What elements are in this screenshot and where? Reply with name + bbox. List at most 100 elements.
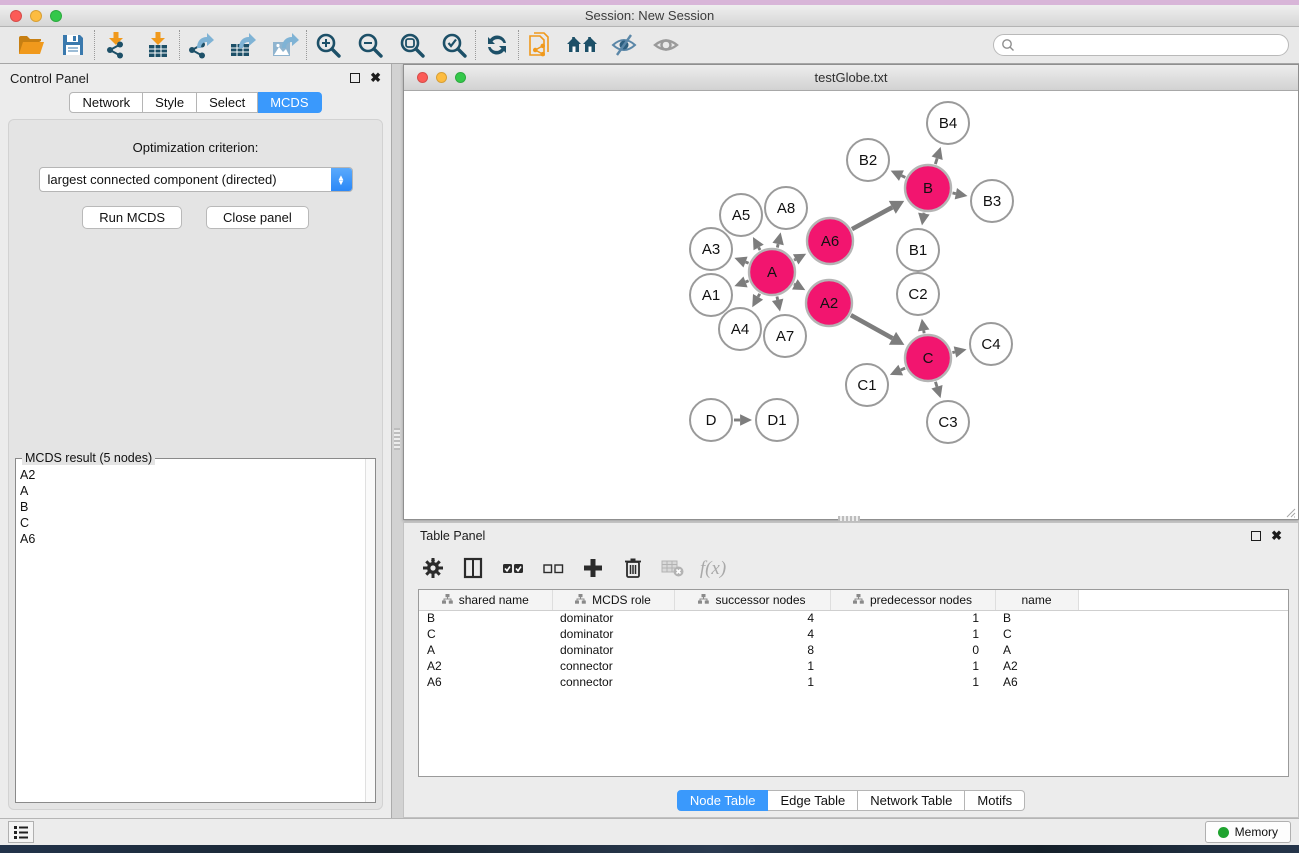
refresh-layout-button[interactable]: [476, 29, 518, 61]
tab-mcds[interactable]: MCDS: [258, 92, 321, 113]
table-cell[interactable]: 1: [830, 674, 995, 690]
tab-network[interactable]: Network: [69, 92, 143, 113]
network-minimize-icon[interactable]: [436, 72, 447, 83]
create-column-button[interactable]: [576, 554, 610, 584]
edge-A-A6[interactable]: [794, 259, 796, 260]
table-cell[interactable]: dominator: [552, 642, 674, 658]
minimize-window-icon[interactable]: [30, 10, 42, 22]
resize-grip-icon[interactable]: [1284, 505, 1296, 517]
graph-node-B4[interactable]: B4: [927, 102, 969, 144]
table-cell[interactable]: B: [419, 610, 552, 626]
table-cell[interactable]: 4: [674, 610, 830, 626]
graph-node-D[interactable]: D: [690, 399, 732, 441]
zoom-in-button[interactable]: [307, 29, 349, 61]
result-item[interactable]: A6: [20, 531, 365, 547]
table-cell[interactable]: 1: [830, 626, 995, 642]
edge-A6-B[interactable]: [852, 207, 892, 229]
table-cell[interactable]: A: [419, 642, 552, 658]
table-cell[interactable]: 1: [674, 658, 830, 674]
edge-A-A5[interactable]: [759, 247, 760, 250]
network-zoom-icon[interactable]: [455, 72, 466, 83]
table-tab-network-table[interactable]: Network Table: [858, 790, 965, 811]
zoom-window-icon[interactable]: [50, 10, 62, 22]
table-cell[interactable]: B: [995, 610, 1078, 626]
graph-node-A1[interactable]: A1: [690, 274, 732, 316]
graph-node-A3[interactable]: A3: [690, 228, 732, 270]
export-image-button[interactable]: [264, 29, 306, 61]
table-cell[interactable]: dominator: [552, 610, 674, 626]
vertical-splitter-grip[interactable]: [394, 428, 400, 450]
table-float-icon[interactable]: [1251, 531, 1261, 541]
table-cell[interactable]: A2: [995, 658, 1078, 674]
table-cell[interactable]: A6: [995, 674, 1078, 690]
result-item[interactable]: A2: [20, 467, 365, 483]
table-row[interactable]: Bdominator41B: [419, 610, 1289, 626]
graph-node-B[interactable]: B: [905, 165, 951, 211]
graph-node-B2[interactable]: B2: [847, 139, 889, 181]
graph-node-A4[interactable]: A4: [719, 308, 761, 350]
tab-select[interactable]: Select: [197, 92, 258, 113]
column-header-name[interactable]: name: [995, 590, 1078, 610]
table-settings-button[interactable]: [416, 554, 450, 584]
result-scrollbar[interactable]: [365, 459, 375, 802]
table-cell[interactable]: A6: [419, 674, 552, 690]
edge-C-C3[interactable]: [935, 382, 937, 387]
table-cell[interactable]: 8: [674, 642, 830, 658]
column-header-predecessor-nodes[interactable]: predecessor nodes: [830, 590, 995, 610]
network-graph[interactable]: AA1A3A5A8A4A7A6A2BB1B2B3B4CC1C2C3C4DD1: [404, 91, 1298, 519]
edge-C-C4[interactable]: [952, 352, 955, 353]
table-tab-edge-table[interactable]: Edge Table: [768, 790, 858, 811]
table-close-icon[interactable]: ✖: [1271, 531, 1282, 541]
show-columns-button[interactable]: [456, 554, 490, 584]
table-cell[interactable]: connector: [552, 658, 674, 674]
column-header-mcds-role[interactable]: MCDS role: [552, 590, 674, 610]
select-all-columns-button[interactable]: [496, 554, 530, 584]
graph-node-A2[interactable]: A2: [806, 280, 852, 326]
result-item[interactable]: C: [20, 515, 365, 531]
close-window-icon[interactable]: [10, 10, 22, 22]
graph-node-A[interactable]: A: [749, 249, 795, 295]
graph-node-C4[interactable]: C4: [970, 323, 1012, 365]
table-cell[interactable]: dominator: [552, 626, 674, 642]
result-item[interactable]: B: [20, 499, 365, 515]
export-network-button[interactable]: [180, 29, 222, 61]
unselect-all-columns-button[interactable]: [536, 554, 570, 584]
table-cell[interactable]: 1: [830, 610, 995, 626]
edge-B-B4[interactable]: [935, 158, 937, 164]
zoom-fit-button[interactable]: [391, 29, 433, 61]
table-cell[interactable]: 1: [674, 674, 830, 690]
table-cell[interactable]: A2: [419, 658, 552, 674]
network-canvas[interactable]: AA1A3A5A8A4A7A6A2BB1B2B3B4CC1C2C3C4DD1: [404, 91, 1298, 519]
close-panel-button[interactable]: Close panel: [206, 206, 309, 229]
table-row[interactable]: Cdominator41C: [419, 626, 1289, 642]
graph-node-C1[interactable]: C1: [846, 364, 888, 406]
search-input[interactable]: [993, 34, 1289, 56]
table-cell[interactable]: 0: [830, 642, 995, 658]
network-close-icon[interactable]: [417, 72, 428, 83]
table-cell[interactable]: 4: [674, 626, 830, 642]
import-table-button[interactable]: [137, 29, 179, 61]
open-file-button[interactable]: [10, 29, 52, 61]
mcds-result-list[interactable]: A2ABCA6: [16, 459, 365, 802]
table-cell[interactable]: 1: [830, 658, 995, 674]
hide-selected-button[interactable]: [603, 29, 645, 61]
memory-button[interactable]: Memory: [1205, 821, 1291, 843]
edge-B-B2[interactable]: [901, 176, 905, 178]
criterion-dropdown[interactable]: largest connected component (directed) ▲…: [39, 167, 353, 192]
table-cell[interactable]: C: [995, 626, 1078, 642]
first-neighbors-button[interactable]: [561, 29, 603, 61]
zoom-selected-button[interactable]: [433, 29, 475, 61]
edge-A-A7[interactable]: [777, 296, 778, 299]
network-window-titlebar[interactable]: testGlobe.txt: [404, 65, 1298, 91]
graph-node-C2[interactable]: C2: [897, 273, 939, 315]
delete-column-button[interactable]: [616, 554, 650, 584]
graph-node-A6[interactable]: A6: [807, 218, 853, 264]
task-history-button[interactable]: [8, 821, 34, 843]
graph-node-D1[interactable]: D1: [756, 399, 798, 441]
edge-A-A3[interactable]: [746, 262, 749, 263]
new-network-file-button[interactable]: [519, 29, 561, 61]
edge-B-B3[interactable]: [952, 193, 955, 194]
zoom-out-button[interactable]: [349, 29, 391, 61]
table-row[interactable]: Adominator80A: [419, 642, 1289, 658]
export-table-button[interactable]: [222, 29, 264, 61]
